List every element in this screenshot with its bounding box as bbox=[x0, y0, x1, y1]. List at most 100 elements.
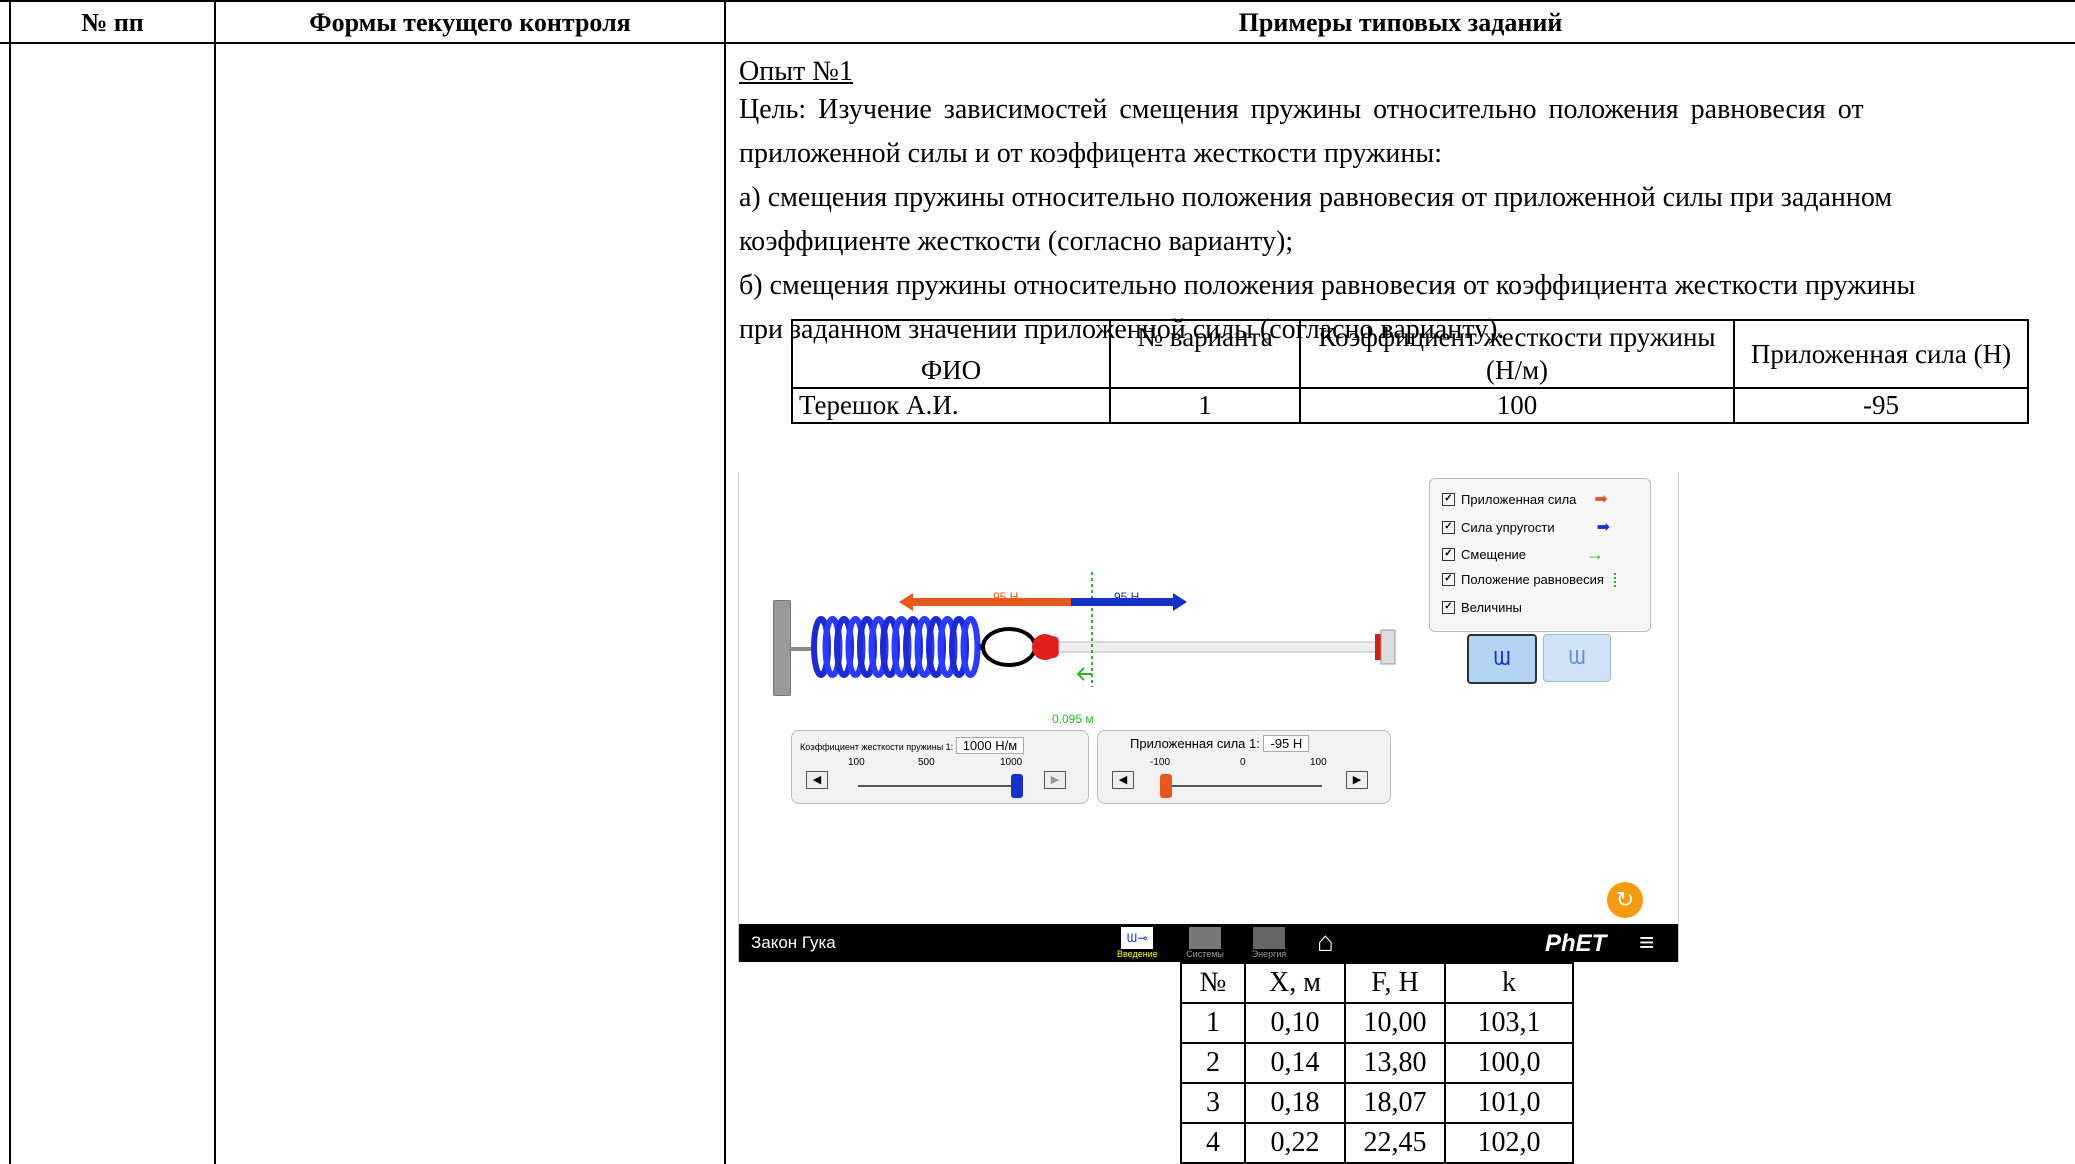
table-cell: 4 bbox=[1180, 1122, 1246, 1164]
tab-intro-label: Введение bbox=[1117, 949, 1158, 959]
checkbox-icon[interactable]: ✓ bbox=[1442, 548, 1455, 561]
systems-tab-icon bbox=[1189, 927, 1221, 949]
variant-table: ФИО № варианта Коэффициент жесткости пру… bbox=[791, 319, 2029, 424]
variant-header-number: № варианта bbox=[1109, 319, 1301, 389]
goal-line-1-text: Цель: Изучение зависимостей смещения пру… bbox=[739, 94, 1864, 125]
menu-icon[interactable]: ≡ bbox=[1639, 928, 1654, 956]
single-spring-button[interactable]: Ɯ bbox=[1467, 634, 1537, 684]
rod-end-block bbox=[1380, 629, 1396, 665]
table-cell: 3 bbox=[1180, 1082, 1246, 1124]
table-cell: 100,0 bbox=[1444, 1042, 1574, 1084]
tab-systems[interactable]: Системы bbox=[1185, 924, 1225, 962]
legend-label-applied: Приложенная сила bbox=[1461, 491, 1577, 507]
applied-force-arrowhead bbox=[899, 593, 913, 611]
intro-tab-icon: Ɯ⊸ bbox=[1121, 927, 1153, 949]
table-row: 4 0,22 22,45 102,0 bbox=[1180, 1122, 1574, 1164]
stiffness-decrease-button[interactable]: ◀ bbox=[806, 771, 828, 789]
applied-force-value: -95 Н bbox=[1263, 735, 1310, 752]
force-slider-thumb[interactable] bbox=[1160, 774, 1172, 798]
table-cell: 10,00 bbox=[1344, 1002, 1446, 1044]
results-header-f: F, Н bbox=[1344, 962, 1446, 1004]
applied-force-panel: Приложенная сила 1: -95 Н -100 0 100 ◀ ▶ bbox=[1097, 730, 1391, 804]
header-task-examples: Примеры типовых заданий bbox=[1238, 8, 1563, 37]
table-cell: 0,18 bbox=[1244, 1082, 1346, 1124]
spring-hook bbox=[981, 627, 1037, 667]
force-tick-0: 0 bbox=[1240, 757, 1246, 768]
table-row: 3 0,18 18,07 101,0 bbox=[1180, 1082, 1574, 1124]
legend-label-displacement: Смещение bbox=[1461, 547, 1527, 562]
guide-rod bbox=[1058, 641, 1378, 653]
phet-logo[interactable]: PhET bbox=[1545, 930, 1606, 958]
variant-header-name: ФИО bbox=[791, 319, 1111, 389]
reset-icon: ↻ bbox=[1615, 887, 1635, 912]
legend-label-values: Величины bbox=[1461, 600, 1522, 615]
col-divider-2 bbox=[724, 0, 726, 1164]
item-a-line-2: коэффициенте жесткости (согласно вариант… bbox=[739, 226, 1294, 257]
legend-item-applied[interactable]: ✓ Приложенная сила ➡ bbox=[1442, 489, 1608, 509]
stiffness-slider-thumb[interactable] bbox=[1011, 774, 1023, 798]
force-increase-button[interactable]: ▶ bbox=[1346, 771, 1368, 789]
home-icon[interactable]: ⌂ bbox=[1317, 926, 1334, 958]
force-tick-100: 100 bbox=[1310, 757, 1327, 768]
table-cell: 0,14 bbox=[1244, 1042, 1346, 1084]
goal-line-2: приложенной силы и от коэффицента жестко… bbox=[739, 138, 1442, 169]
stiffness-tick-100: 100 bbox=[848, 757, 865, 768]
item-b-line-1: б) смещения пружины относительно положен… bbox=[739, 270, 1916, 301]
green-arrow-icon: → bbox=[1586, 544, 1605, 564]
double-spring-icon: Ɯ bbox=[1568, 647, 1586, 669]
force-decrease-button[interactable]: ◀ bbox=[1112, 771, 1134, 789]
legend-item-values[interactable]: ✓ Величины bbox=[1442, 600, 1522, 615]
stiffness-increase-button[interactable]: ▶ bbox=[1044, 771, 1066, 789]
variant-cell-stiffness: 100 bbox=[1299, 387, 1735, 424]
variant-cell-name: Терешок А.И. bbox=[791, 387, 1111, 424]
table-cell: 0,22 bbox=[1244, 1122, 1346, 1164]
results-header-k: k bbox=[1444, 962, 1574, 1004]
table-row: 1 0,10 10,00 103,1 bbox=[1180, 1002, 1574, 1044]
force-slider-track[interactable] bbox=[1162, 785, 1322, 787]
table-row: 2 0,14 13,80 100,0 bbox=[1180, 1042, 1574, 1084]
legend-item-elastic[interactable]: ✓ Сила упругости ➡ bbox=[1442, 517, 1610, 537]
table-cell: 0,10 bbox=[1244, 1002, 1346, 1044]
table-cell: 2 bbox=[1180, 1042, 1246, 1084]
reset-button[interactable]: ↻ bbox=[1607, 882, 1643, 918]
legend-label-elastic: Сила упругости bbox=[1461, 519, 1555, 535]
results-header-number: № bbox=[1180, 962, 1246, 1004]
variant-header-stiffness: Коэффициент жесткости пружины (Н/м) bbox=[1299, 319, 1735, 389]
applied-force-panel-label: Приложенная сила 1: -95 Н bbox=[1130, 735, 1310, 752]
two-springs-button[interactable]: Ɯ bbox=[1543, 634, 1611, 682]
hooke-law-simulation: 95 Н 95 Н 0.095 м ✓ Приложенная сила ➡ ✓ Си… bbox=[738, 472, 1679, 962]
header-control-forms: Формы текущего контроля bbox=[309, 8, 631, 37]
checkbox-icon[interactable]: ✓ bbox=[1442, 601, 1455, 614]
stiffness-label-text: Коэффициент жесткости пружины 1: bbox=[800, 742, 954, 752]
displacement-label: 0.095 м bbox=[1052, 712, 1094, 726]
variant-cell-number: 1 bbox=[1109, 387, 1301, 424]
checkbox-icon[interactable]: ✓ bbox=[1442, 573, 1455, 586]
checkbox-icon[interactable]: ✓ bbox=[1442, 520, 1455, 534]
item-a-line-1: а) смещения пружины относительно положен… bbox=[739, 182, 1893, 213]
results-header-x: X, м bbox=[1244, 962, 1346, 1004]
force-tick-minus-100: -100 bbox=[1150, 757, 1171, 768]
table-cell: 22,45 bbox=[1344, 1122, 1446, 1164]
top-border bbox=[0, 0, 2075, 2]
legend-panel: ✓ Приложенная сила ➡ ✓ Сила упругости ➡ ✓ Сме… bbox=[1429, 478, 1651, 632]
variant-header-force: Приложенная сила (Н) bbox=[1733, 319, 2029, 389]
legend-item-displacement[interactable]: ✓ Смещение → bbox=[1442, 544, 1604, 565]
spring-scene bbox=[811, 572, 1396, 687]
table-cell: 18,07 bbox=[1344, 1082, 1446, 1124]
tab-energy[interactable]: Энергия bbox=[1249, 924, 1289, 962]
header-bottom-border bbox=[0, 42, 2075, 44]
stiffness-tick-500: 500 bbox=[918, 757, 935, 768]
goal-line-1: Цель: Изучение зависимостей смещения пру… bbox=[739, 88, 2075, 132]
variant-cell-force: -95 bbox=[1733, 387, 2029, 424]
checkbox-icon[interactable]: ✓ bbox=[1442, 492, 1455, 506]
elastic-force-arrowhead bbox=[1173, 593, 1187, 611]
legend-item-equilibrium[interactable]: ✓ Положение равновесия bbox=[1442, 572, 1616, 587]
table-cell: 102,0 bbox=[1444, 1122, 1574, 1164]
blue-arrow-icon: ➡ bbox=[1596, 519, 1611, 536]
tab-intro[interactable]: Ɯ⊸ Введение bbox=[1117, 924, 1158, 962]
stiffness-tick-1000: 1000 bbox=[1000, 757, 1023, 768]
orange-arrow-icon: ➡ bbox=[1594, 491, 1608, 508]
stiffness-slider-track[interactable] bbox=[858, 785, 1016, 787]
left-border bbox=[9, 0, 11, 1164]
table-cell: 103,1 bbox=[1444, 1002, 1574, 1044]
